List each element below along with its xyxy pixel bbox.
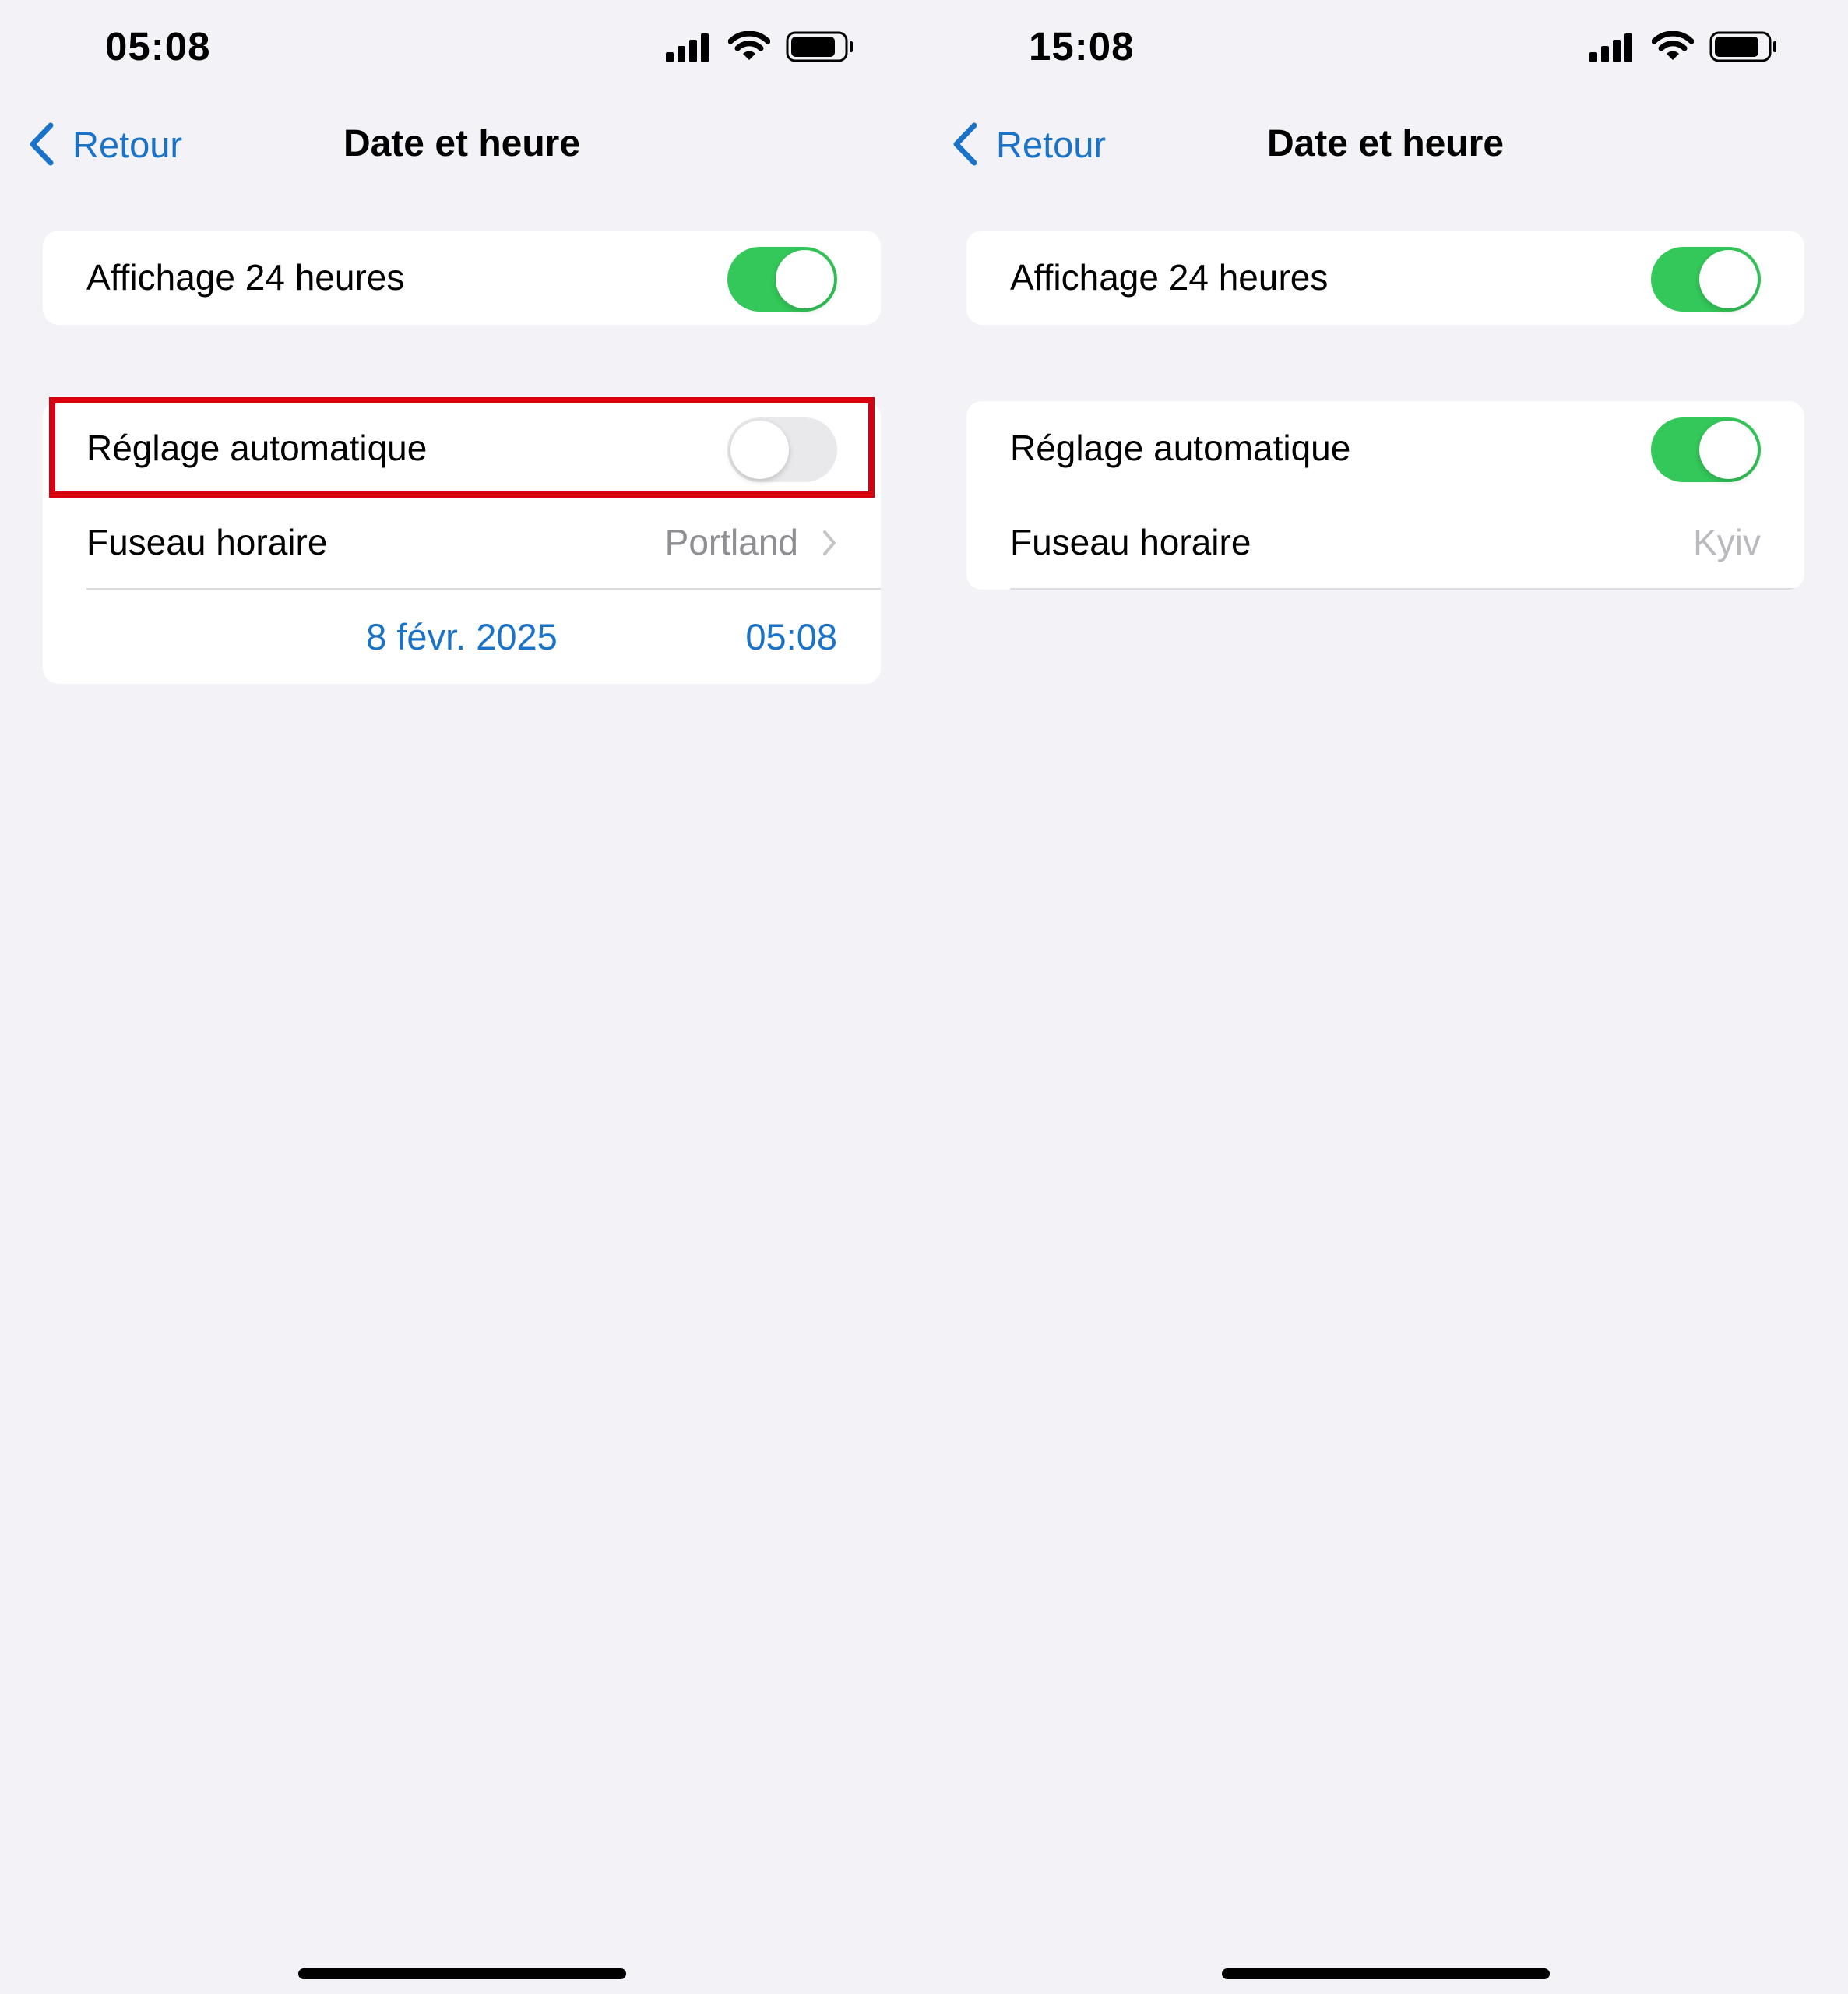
- back-button[interactable]: Retour: [27, 117, 182, 171]
- wifi-icon: [728, 31, 770, 60]
- back-button[interactable]: Retour: [951, 117, 1106, 171]
- display-24h-row: Affichage 24 heures: [43, 231, 881, 325]
- screen-right: 15:08 Retour Date et heure Affichage 24 …: [924, 0, 1847, 1994]
- battery-icon: [1709, 31, 1776, 62]
- display-24h-row: Affichage 24 heures: [966, 231, 1804, 325]
- date-time-row: 8 févr. 2025 05:08: [43, 590, 881, 684]
- chevron-left-icon: [953, 122, 977, 166]
- auto-set-label: Réglage automatique: [1010, 428, 1351, 468]
- toggle-knob: [776, 250, 834, 308]
- toggle-knob: [730, 421, 789, 479]
- auto-set-label: Réglage automatique: [86, 428, 428, 468]
- wifi-icon: [1652, 31, 1694, 60]
- display-24h-label: Affichage 24 heures: [86, 257, 405, 298]
- back-label: Retour: [72, 123, 183, 165]
- time-picker-button[interactable]: 05:08: [745, 590, 837, 684]
- timezone-value: Kyiv: [1693, 522, 1761, 562]
- timezone-value: Portland: [664, 522, 798, 562]
- display-settings-group: Affichage 24 heures: [966, 231, 1804, 325]
- toggle-knob: [1699, 250, 1758, 308]
- toggle-knob: [1699, 421, 1758, 479]
- signal-icon: [1589, 31, 1636, 62]
- signal-icon: [666, 31, 713, 62]
- auto-settings-group: Réglage automatique Fuseau horaire Kyiv: [966, 401, 1804, 590]
- auto-set-row: Réglage automatique: [43, 401, 881, 495]
- timezone-label: Fuseau horaire: [1010, 522, 1251, 562]
- home-indicator: [298, 1968, 626, 1979]
- display-24h-toggle[interactable]: [1651, 247, 1761, 312]
- back-label: Retour: [996, 123, 1107, 165]
- status-icons: [666, 31, 854, 62]
- status-time: 15:08: [1029, 24, 1135, 69]
- auto-settings-group: Réglage automatique Fuseau horaire Portl…: [43, 401, 881, 684]
- screen-left: 05:08 Retour Date et heure Affichage 24 …: [0, 0, 924, 1994]
- home-indicator: [1222, 1968, 1550, 1979]
- timezone-row[interactable]: Fuseau horaire Portland: [43, 495, 881, 590]
- display-settings-group: Affichage 24 heures: [43, 231, 881, 325]
- display-24h-toggle[interactable]: [727, 247, 837, 312]
- auto-set-toggle[interactable]: [727, 417, 837, 482]
- chevron-left-icon: [30, 122, 54, 166]
- status-time: 05:08: [105, 24, 211, 69]
- auto-set-toggle[interactable]: [1651, 417, 1761, 482]
- timezone-row: Fuseau horaire Kyiv: [966, 495, 1804, 590]
- auto-set-row: Réglage automatique: [966, 401, 1804, 495]
- battery-icon: [786, 31, 853, 62]
- chevron-right-icon: [823, 530, 836, 555]
- display-24h-label: Affichage 24 heures: [1010, 257, 1329, 298]
- timezone-label: Fuseau horaire: [86, 522, 328, 562]
- status-icons: [1589, 31, 1778, 62]
